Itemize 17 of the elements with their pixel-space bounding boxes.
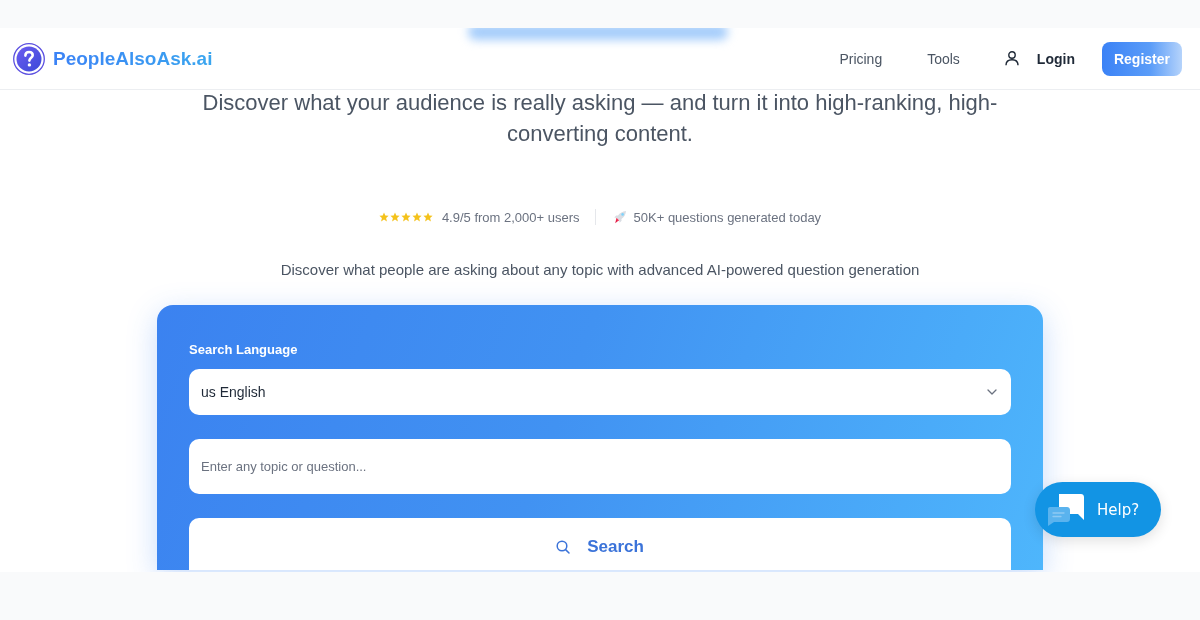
nav-link[interactable]: Tools	[927, 50, 960, 67]
search-button[interactable]: Search	[189, 518, 1011, 570]
hero-tagline: Discover what your audience is really asking — and turn it into high-ranking, high-converting content.	[201, 89, 999, 148]
chevron-down-icon	[987, 389, 997, 395]
chat-bubbles-icon	[1047, 492, 1085, 527]
questions-stat-text: 50K+ questions generated today	[633, 209, 822, 225]
language-select[interactable]: us English	[189, 369, 1011, 415]
topic-input[interactable]: Enter any topic or question...	[189, 439, 1011, 494]
question-mark-logo-icon	[13, 42, 45, 75]
login-link[interactable]: Login	[1004, 50, 1075, 67]
field-label: Search Language	[189, 342, 298, 358]
hero-subtitle: Discover what people are asking about any topic with advanced AI-powered question generation	[279, 260, 921, 280]
nav-link[interactable]: Pricing	[839, 50, 883, 67]
rocket-icon	[612, 210, 627, 224]
rating-text: 4.9/5 from 2,000+ users	[441, 209, 580, 225]
search-icon	[556, 540, 571, 554]
user-icon	[1004, 51, 1019, 66]
